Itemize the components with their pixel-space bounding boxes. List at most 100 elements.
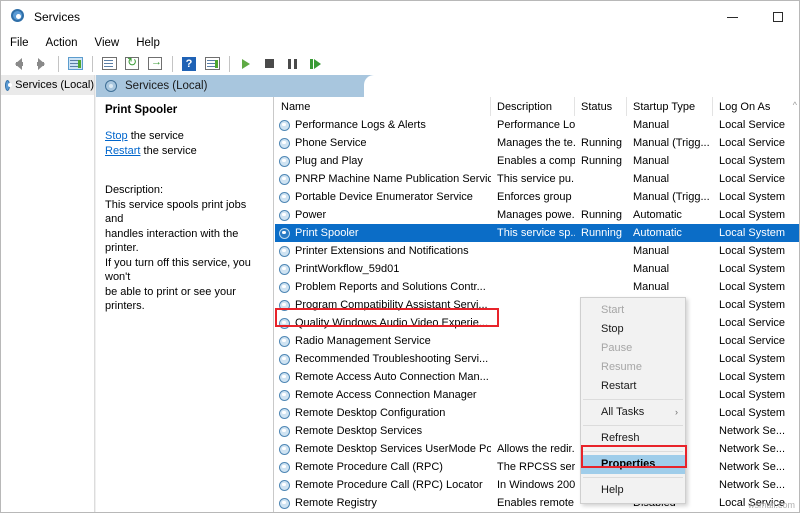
service-name-text: Remote Registry: [295, 494, 377, 512]
description-label: Description:: [105, 183, 265, 198]
menu-help[interactable]: Help: [136, 35, 169, 51]
cell-name: Program Compatibility Assistant Servi...: [275, 296, 491, 314]
show-hide-console-tree-icon[interactable]: [64, 54, 86, 74]
cell-description: [491, 422, 575, 440]
cell-status: [575, 260, 627, 278]
cell-name: Plug and Play: [275, 152, 491, 170]
table-row[interactable]: Radio Management ServiceRunningManualLoc…: [275, 332, 800, 350]
menu-item-label: All Tasks: [601, 406, 644, 418]
context-menu: Start Stop Pause Resume Restart All Tasks› Ref…: [580, 297, 686, 504]
restart-service-suffix: the service: [140, 145, 196, 157]
table-row[interactable]: Problem Reports and Solutions Contr...Ma…: [275, 278, 800, 296]
context-menu-item-stop[interactable]: Stop: [581, 320, 685, 339]
table-row[interactable]: Remote Procedure Call (RPC)The RPCSS ser…: [275, 458, 800, 476]
window-controls: [709, 1, 800, 33]
restart-service-icon[interactable]: [304, 54, 326, 74]
menu-item-label: Properties: [601, 458, 655, 470]
cell-description: [491, 350, 575, 368]
menu-action[interactable]: Action: [46, 35, 87, 51]
table-row[interactable]: Remote Desktop ServicesManualNetwork Se.…: [275, 422, 800, 440]
context-menu-item-start: Start: [581, 301, 685, 320]
cell-name: Phone Service: [275, 134, 491, 152]
show-action-pane-icon[interactable]: [201, 54, 223, 74]
menu-item-label: Resume: [601, 361, 642, 373]
service-name-text: Phone Service: [295, 134, 367, 152]
table-row[interactable]: Phone ServiceManages the te...RunningMan…: [275, 134, 800, 152]
maximize-button[interactable]: [755, 1, 800, 33]
help-icon[interactable]: ?: [178, 54, 200, 74]
table-row[interactable]: PowerManages powe...RunningAutomaticLoca…: [275, 206, 800, 224]
menu-item-label: Stop: [601, 323, 624, 335]
start-service-icon[interactable]: [235, 54, 257, 74]
context-menu-item-all-tasks[interactable]: All Tasks›: [581, 403, 685, 422]
table-row[interactable]: PNRP Machine Name Publication ServiceThi…: [275, 170, 800, 188]
table-row[interactable]: Remote Access Auto Connection Man...Manu…: [275, 368, 800, 386]
restart-service-row: Restart the service: [105, 144, 265, 159]
cell-log-on-as: Network Se...: [713, 440, 800, 458]
service-name-text: Plug and Play: [295, 152, 363, 170]
context-menu-item-help[interactable]: Help: [581, 481, 685, 500]
services-gear-icon: [279, 228, 290, 239]
context-menu-item-properties[interactable]: Properties: [581, 455, 685, 474]
cell-description: The RPCSS servi...: [491, 458, 575, 476]
column-header-log-on-as[interactable]: Log On As: [713, 97, 800, 116]
pause-service-icon[interactable]: [281, 54, 303, 74]
table-row[interactable]: Performance Logs & AlertsPerformance Lo.…: [275, 116, 800, 134]
service-name-text: Remote Procedure Call (RPC) Locator: [295, 476, 483, 494]
cell-status: [575, 242, 627, 260]
table-row[interactable]: Remote Procedure Call (RPC) LocatorIn Wi…: [275, 476, 800, 494]
cell-log-on-as: Local System: [713, 350, 800, 368]
services-gear-icon: [279, 192, 290, 203]
table-row[interactable]: Print SpoolerThis service sp...RunningAu…: [275, 224, 800, 242]
restart-service-link[interactable]: Restart: [105, 145, 140, 157]
menu-separator: [583, 399, 683, 400]
cell-name: Power: [275, 206, 491, 224]
table-row[interactable]: Recommended Troubleshooting Servi...Manu…: [275, 350, 800, 368]
stop-service-link[interactable]: Stop: [105, 130, 128, 142]
table-row[interactable]: Plug and PlayEnables a comp...RunningMan…: [275, 152, 800, 170]
properties-icon[interactable]: [98, 54, 120, 74]
stop-service-icon[interactable]: [258, 54, 280, 74]
table-row[interactable]: Remote Desktop Services UserMode Port R.…: [275, 440, 800, 458]
cell-log-on-as: Local Service: [713, 332, 800, 350]
cell-description: Allows the redir...: [491, 440, 575, 458]
table-row[interactable]: Remote Desktop ConfigurationManualLocal …: [275, 404, 800, 422]
context-menu-item-pause: Pause: [581, 339, 685, 358]
back-icon[interactable]: [7, 54, 29, 74]
table-row[interactable]: Remote Access Connection ManagerRunningA…: [275, 386, 800, 404]
context-menu-item-refresh[interactable]: Refresh: [581, 429, 685, 448]
table-row[interactable]: Portable Device Enumerator ServiceEnforc…: [275, 188, 800, 206]
menu-view[interactable]: View: [95, 35, 129, 51]
services-gear-icon: [11, 9, 27, 25]
column-header-name[interactable]: Name: [275, 97, 491, 116]
stop-service-suffix: the service: [128, 130, 184, 142]
cell-description: [491, 260, 575, 278]
cell-status: Running: [575, 224, 627, 242]
context-menu-item-restart[interactable]: Restart: [581, 377, 685, 396]
table-row[interactable]: Program Compatibility Assistant Servi...…: [275, 296, 800, 314]
column-header-startup-type[interactable]: Startup Type: [627, 97, 713, 116]
cell-log-on-as: Local System: [713, 386, 800, 404]
cell-status: Running: [575, 152, 627, 170]
column-header-status[interactable]: Status: [575, 97, 627, 116]
table-row[interactable]: Remote RegistryEnables remote...Disabled…: [275, 494, 800, 512]
description-line: This service spools print jobs and: [105, 198, 265, 227]
table-row[interactable]: Printer Extensions and NotificationsManu…: [275, 242, 800, 260]
column-header-description[interactable]: Description: [491, 97, 575, 116]
menu-item-label: Start: [601, 304, 624, 316]
menu-separator: [583, 451, 683, 452]
service-detail-pane: Print Spooler Stop the service Restart t…: [96, 97, 274, 513]
forward-icon[interactable]: [30, 54, 52, 74]
table-row[interactable]: Quality Windows Audio Video Experie...Ma…: [275, 314, 800, 332]
tree-node-services-local[interactable]: Services (Local): [1, 75, 94, 95]
context-menu-item-resume: Resume: [581, 358, 685, 377]
menu-file[interactable]: File: [10, 35, 38, 51]
cell-status: [575, 170, 627, 188]
export-list-icon[interactable]: [144, 54, 166, 74]
minimize-button[interactable]: [709, 1, 755, 33]
table-row[interactable]: PrintWorkflow_59d01ManualLocal System: [275, 260, 800, 278]
services-gear-icon: [279, 264, 290, 275]
cell-log-on-as: Local System: [713, 224, 800, 242]
cell-log-on-as: Local Service: [713, 116, 800, 134]
refresh-icon[interactable]: [121, 54, 143, 74]
